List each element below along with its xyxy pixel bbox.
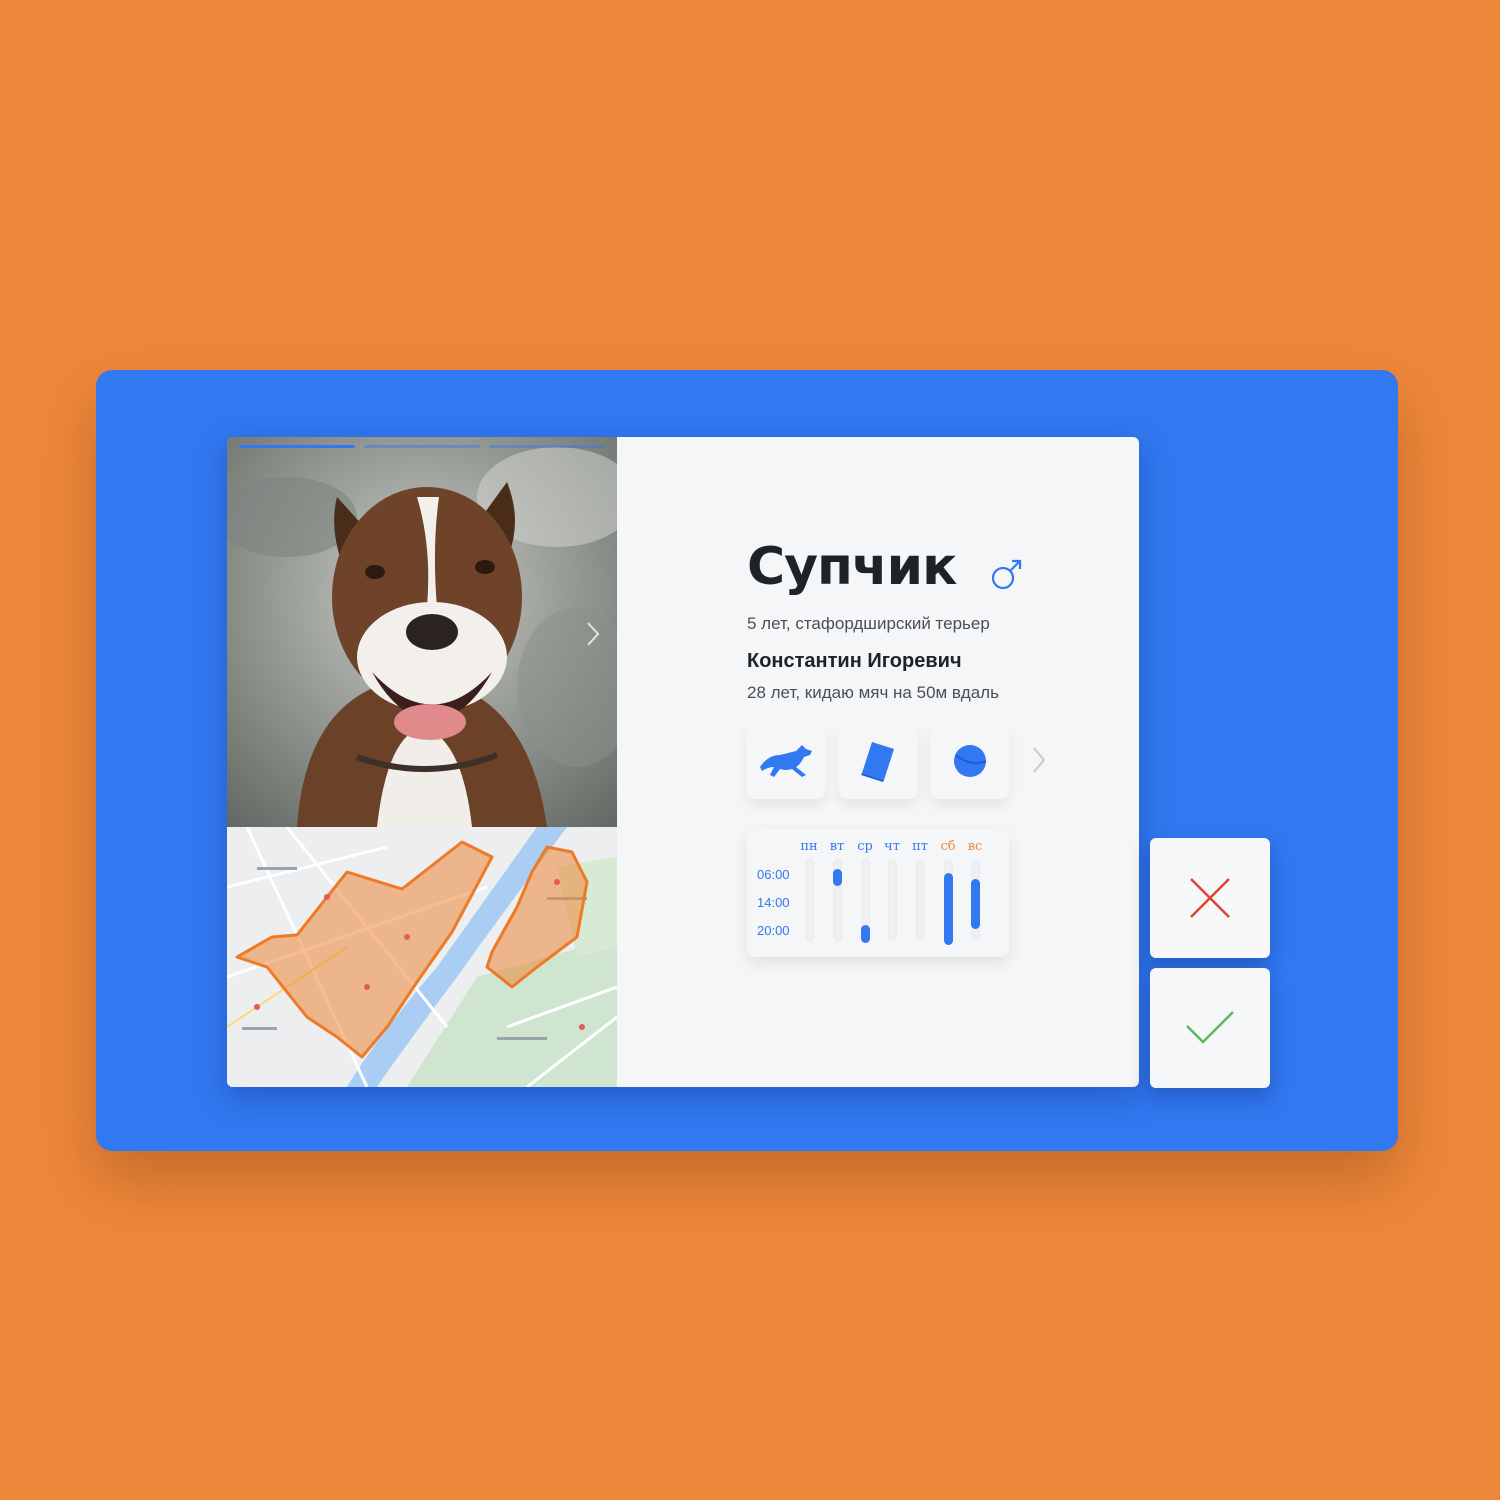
activity-book[interactable] <box>839 723 917 799</box>
owner-name: Константин Игоревич <box>747 650 962 672</box>
photo-next-icon[interactable] <box>585 620 601 648</box>
pet-description: 5 лет, стафордширский терьер <box>747 614 990 633</box>
walk-slot[interactable] <box>833 869 842 886</box>
activity-running[interactable] <box>747 723 825 799</box>
reject-button[interactable] <box>1150 838 1270 958</box>
time-label-morning: 06:00 <box>757 867 790 882</box>
schedule-track-thu[interactable] <box>888 859 897 941</box>
accept-button[interactable] <box>1150 968 1270 1088</box>
day-label-wed: ср <box>857 839 873 854</box>
photo-progress-3 <box>489 445 605 448</box>
activity-ball[interactable] <box>931 723 1009 799</box>
profile-card: Супчик 5 лет, стафордширский терьер Конс… <box>227 437 1139 1087</box>
book-icon <box>861 742 894 782</box>
ball-icon <box>954 745 987 777</box>
map-image <box>227 827 617 1087</box>
profile-info: Супчик 5 лет, стафордширский терьер Конс… <box>747 437 1127 1087</box>
time-label-evening: 20:00 <box>757 923 790 938</box>
schedule-track-sun[interactable] <box>971 859 980 941</box>
schedule-track-wed[interactable] <box>861 859 870 943</box>
schedule-track-fri[interactable] <box>916 859 925 941</box>
photo-progress-2 <box>364 445 480 448</box>
time-label-day: 14:00 <box>757 895 790 910</box>
walk-slot[interactable] <box>944 873 953 945</box>
chevron-right-icon[interactable] <box>1031 745 1047 775</box>
pet-photo[interactable] <box>227 437 617 827</box>
pet-name: Супчик <box>747 537 957 597</box>
walk-slot[interactable] <box>861 925 870 943</box>
day-label-tue: вт <box>829 839 845 854</box>
check-icon <box>1186 1011 1234 1044</box>
day-label-thu: чт <box>884 839 900 854</box>
running-dog-icon <box>760 745 812 777</box>
day-label-sat: сб <box>940 839 956 854</box>
walk-area-map[interactable] <box>227 827 617 1087</box>
day-label-mon: пн <box>800 839 818 854</box>
walk-slot[interactable] <box>971 879 980 929</box>
schedule-track-sat[interactable] <box>944 859 953 945</box>
schedule-track-mon[interactable] <box>805 859 814 941</box>
dog-image <box>227 437 617 827</box>
owner-description: 28 лет, кидаю мяч на 50м вдаль <box>747 683 999 702</box>
photo-progress-1 <box>239 445 355 448</box>
close-icon <box>1190 878 1230 918</box>
walk-schedule: пн вт ср чт пт сб вс 06:00 14:00 20:00 <box>747 829 1009 957</box>
day-label-sun: вс <box>967 839 983 854</box>
day-label-fri: пт <box>912 839 928 854</box>
male-gender-icon <box>991 559 1022 590</box>
schedule-track-tue[interactable] <box>833 859 842 941</box>
